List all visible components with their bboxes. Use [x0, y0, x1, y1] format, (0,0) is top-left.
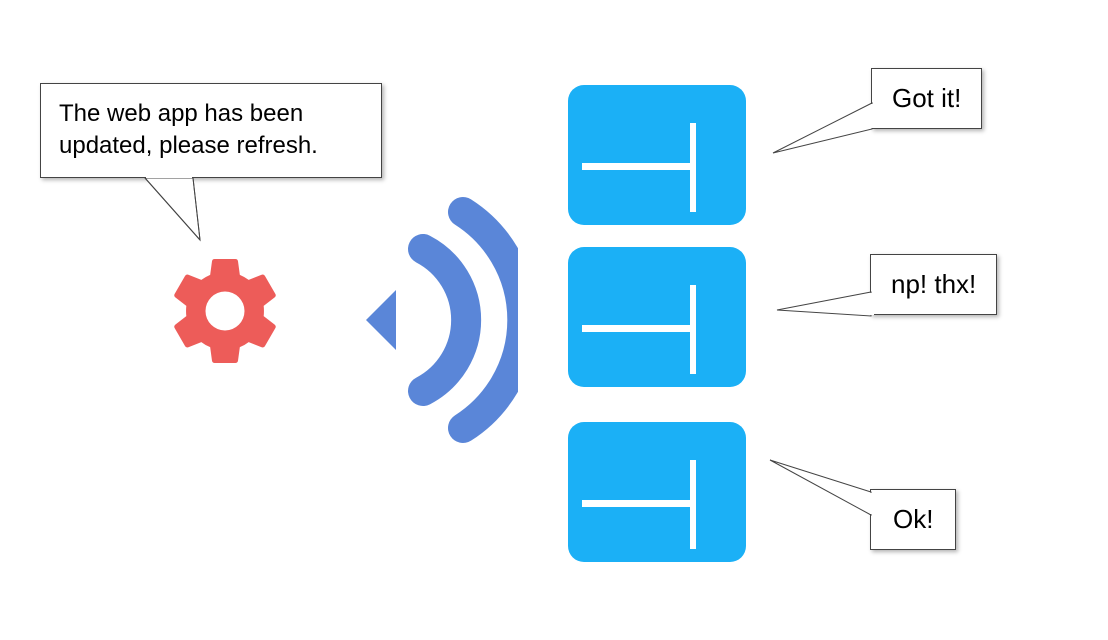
reply-bubble-3-text: Ok!	[893, 504, 933, 534]
reply-bubble-3: Ok!	[870, 489, 956, 550]
reply-bubble-2-tail	[777, 292, 872, 342]
webpage-icon	[568, 85, 746, 225]
gear-icon	[160, 246, 290, 376]
reply-bubble-1-tail	[773, 103, 873, 163]
webpage-icon	[568, 422, 746, 562]
reply-bubble-1-text: Got it!	[892, 83, 961, 113]
main-speech-bubble-tail	[145, 178, 215, 243]
webpage-icon	[568, 247, 746, 387]
reply-bubble-2: np! thx!	[870, 254, 997, 315]
reply-bubble-3-tail	[770, 460, 872, 520]
broadcast-icon	[328, 190, 518, 450]
main-speech-bubble-text: The web app has been updated, please ref…	[59, 100, 318, 159]
main-speech-bubble: The web app has been updated, please ref…	[40, 83, 382, 178]
reply-bubble-1: Got it!	[871, 68, 982, 129]
reply-bubble-2-text: np! thx!	[891, 269, 976, 299]
